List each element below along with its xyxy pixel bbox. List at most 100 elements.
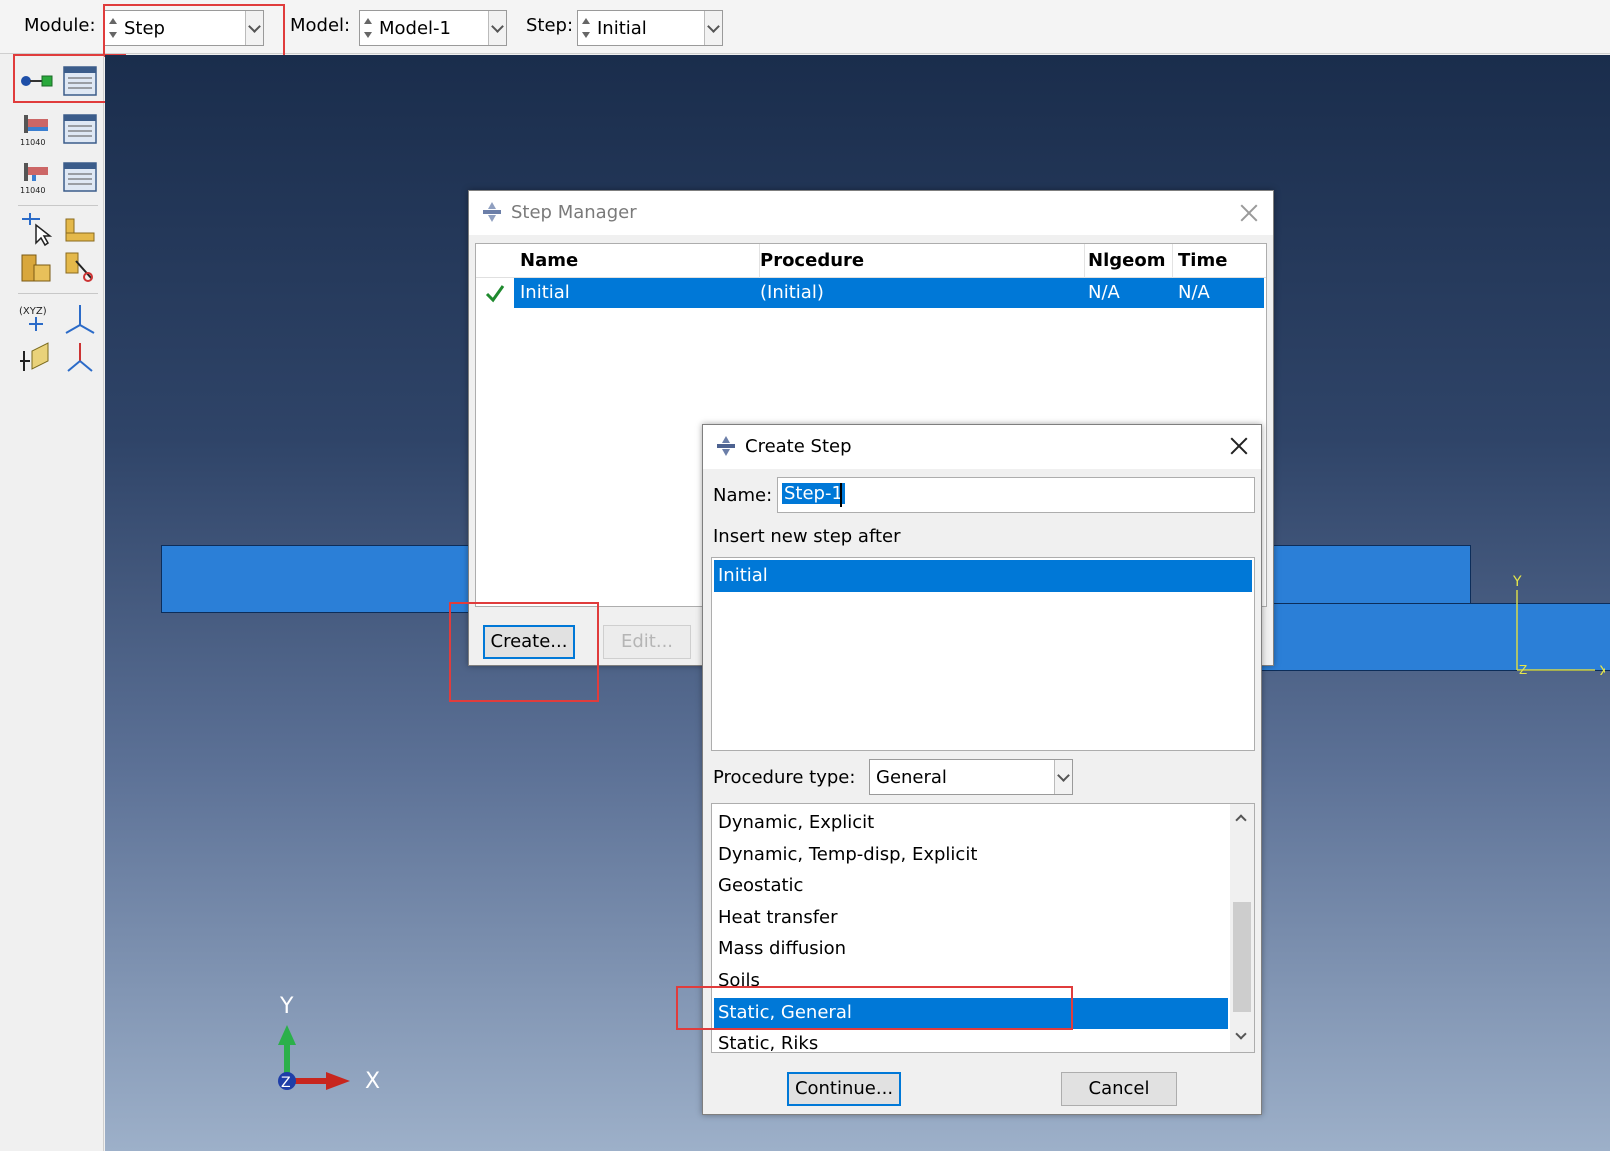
- datum-csys-icon[interactable]: [62, 301, 98, 337]
- procedure-label: Static, Riks: [718, 1033, 819, 1053]
- name-label: Name:: [713, 485, 773, 506]
- list-item[interactable]: Heat transfer: [714, 903, 1228, 934]
- edit-button[interactable]: Edit...: [603, 625, 691, 659]
- cancel-button[interactable]: Cancel: [1061, 1072, 1177, 1106]
- module-label: Module:: [24, 15, 96, 36]
- model-value: Model-1: [379, 18, 451, 39]
- column-header-procedure[interactable]: Procedure: [760, 250, 864, 271]
- feature-edit-icon[interactable]: [62, 249, 98, 285]
- row-procedure: (Initial): [760, 282, 824, 303]
- step-manager-icon[interactable]: [62, 63, 98, 99]
- insert-after-list[interactable]: Initial: [711, 557, 1255, 751]
- step-combo[interactable]: Initial: [577, 10, 723, 46]
- toolbox: 11040 11040 (XYZ): [0, 55, 104, 1151]
- xyz-label: (XYZ): [19, 306, 47, 317]
- create-step-titlebar[interactable]: Create Step: [703, 425, 1261, 469]
- insert-after-label: Insert new step after: [713, 526, 901, 547]
- procedure-label: Dynamic, Temp-disp, Explicit: [718, 843, 978, 865]
- procedure-type-value: General: [876, 767, 947, 788]
- datum-axis-icon[interactable]: [62, 339, 98, 375]
- abaqus-icon: [717, 436, 735, 456]
- create-step-icon[interactable]: [18, 63, 54, 99]
- datum-point-icon[interactable]: (XYZ): [18, 301, 54, 337]
- scrollbar[interactable]: [1230, 804, 1254, 1052]
- procedure-type-combo[interactable]: General: [869, 759, 1073, 795]
- model-combo[interactable]: Model-1: [359, 10, 507, 46]
- procedure-list[interactable]: Dynamic, Explicit Dynamic, Temp-disp, Exp…: [711, 803, 1255, 1053]
- chevron-down-icon[interactable]: [704, 11, 722, 45]
- scroll-down-icon[interactable]: [1235, 1028, 1247, 1040]
- spin-arrows-icon[interactable]: [108, 14, 118, 42]
- triad-x-label: X: [365, 1069, 380, 1094]
- step-manager-titlebar[interactable]: Step Manager: [469, 191, 1273, 235]
- svg-text:11040: 11040: [20, 138, 45, 147]
- column-header-time[interactable]: Time: [1178, 250, 1227, 271]
- name-input[interactable]: Step-1: [777, 477, 1255, 513]
- table-row[interactable]: Initial (Initial) N/A N/A: [514, 278, 1264, 308]
- triad-y-label: Y: [279, 994, 294, 1019]
- svg-text:11040: 11040: [20, 186, 45, 195]
- procedure-label: Soils: [718, 970, 760, 991]
- module-value: Step: [124, 18, 165, 39]
- column-header-nlgeom[interactable]: Nlgeom: [1088, 250, 1165, 271]
- feature-tool-icon[interactable]: [18, 249, 54, 285]
- name-input-value: Step-1: [782, 483, 845, 504]
- procedure-label: Heat transfer: [718, 906, 838, 928]
- list-item[interactable]: Soils: [714, 966, 1228, 997]
- mini-triad-z: Z: [1519, 663, 1527, 675]
- local-csys-triad: Y X Z: [1512, 574, 1605, 675]
- history-output-icon[interactable]: 11040: [18, 159, 54, 195]
- list-item[interactable]: Initial: [714, 560, 1252, 592]
- close-icon[interactable]: [1237, 201, 1261, 225]
- procedure-type-label: Procedure type:: [713, 767, 856, 788]
- close-icon[interactable]: [1227, 434, 1251, 458]
- step-table-header: Name Procedure Nlgeom Time: [476, 244, 1266, 278]
- column-header-name[interactable]: Name: [520, 250, 578, 271]
- field-output-manager-icon[interactable]: [62, 111, 98, 147]
- list-item[interactable]: Static, General: [714, 997, 1228, 1029]
- scroll-thumb[interactable]: [1233, 902, 1251, 1012]
- mini-triad-x: X: [1599, 664, 1605, 675]
- history-output-manager-icon[interactable]: [62, 159, 98, 195]
- list-item[interactable]: Mass diffusion: [714, 934, 1228, 965]
- adaptive-mesh-icon[interactable]: [18, 211, 54, 247]
- mini-triad-y: Y: [1512, 574, 1522, 590]
- step-manager-title: Step Manager: [511, 202, 637, 223]
- row-time: N/A: [1178, 282, 1210, 303]
- row-nlgeom: N/A: [1088, 282, 1120, 303]
- text-cursor: [840, 483, 842, 507]
- chevron-down-icon[interactable]: [1054, 760, 1072, 794]
- list-item[interactable]: Geostatic: [714, 871, 1228, 902]
- solution-controls-icon[interactable]: [62, 211, 98, 247]
- insert-item-label: Initial: [718, 565, 768, 586]
- create-button[interactable]: Create...: [483, 625, 575, 659]
- list-item[interactable]: Static, Riks: [714, 1029, 1228, 1053]
- procedure-label: Dynamic, Explicit: [718, 812, 875, 833]
- model-label: Model:: [290, 15, 351, 36]
- chevron-down-icon[interactable]: [245, 11, 263, 45]
- list-item[interactable]: Dynamic, Explicit: [714, 808, 1228, 839]
- field-output-icon[interactable]: 11040: [18, 111, 54, 147]
- datum-plane-icon[interactable]: [18, 339, 54, 375]
- create-step-dialog: Create Step Name: Step-1 Insert new step…: [702, 424, 1262, 1115]
- procedure-label: Geostatic: [718, 875, 804, 897]
- continue-button[interactable]: Continue...: [787, 1072, 901, 1106]
- module-combo[interactable]: Step: [104, 10, 264, 46]
- step-label: Step:: [526, 15, 574, 36]
- spin-arrows-icon[interactable]: [363, 14, 373, 42]
- row-name: Initial: [520, 282, 570, 303]
- list-item[interactable]: Dynamic, Temp-disp, Explicit: [714, 840, 1228, 871]
- chevron-down-icon[interactable]: [488, 11, 506, 45]
- step-value: Initial: [597, 18, 647, 39]
- scroll-up-icon[interactable]: [1235, 814, 1247, 826]
- spin-arrows-icon[interactable]: [581, 14, 591, 42]
- abaqus-icon: [483, 202, 501, 222]
- procedure-label: Mass diffusion: [718, 938, 847, 960]
- toolbox-separator: [18, 205, 98, 206]
- triad-z-label: Z: [281, 1075, 291, 1091]
- procedure-label: Static, General: [718, 1001, 852, 1023]
- create-step-title: Create Step: [745, 436, 852, 457]
- context-bar: Module: Step Model: Model-1 Step: Initia…: [0, 0, 1610, 54]
- checkmark-icon: [485, 285, 505, 303]
- global-triad: Y Z X: [278, 994, 380, 1094]
